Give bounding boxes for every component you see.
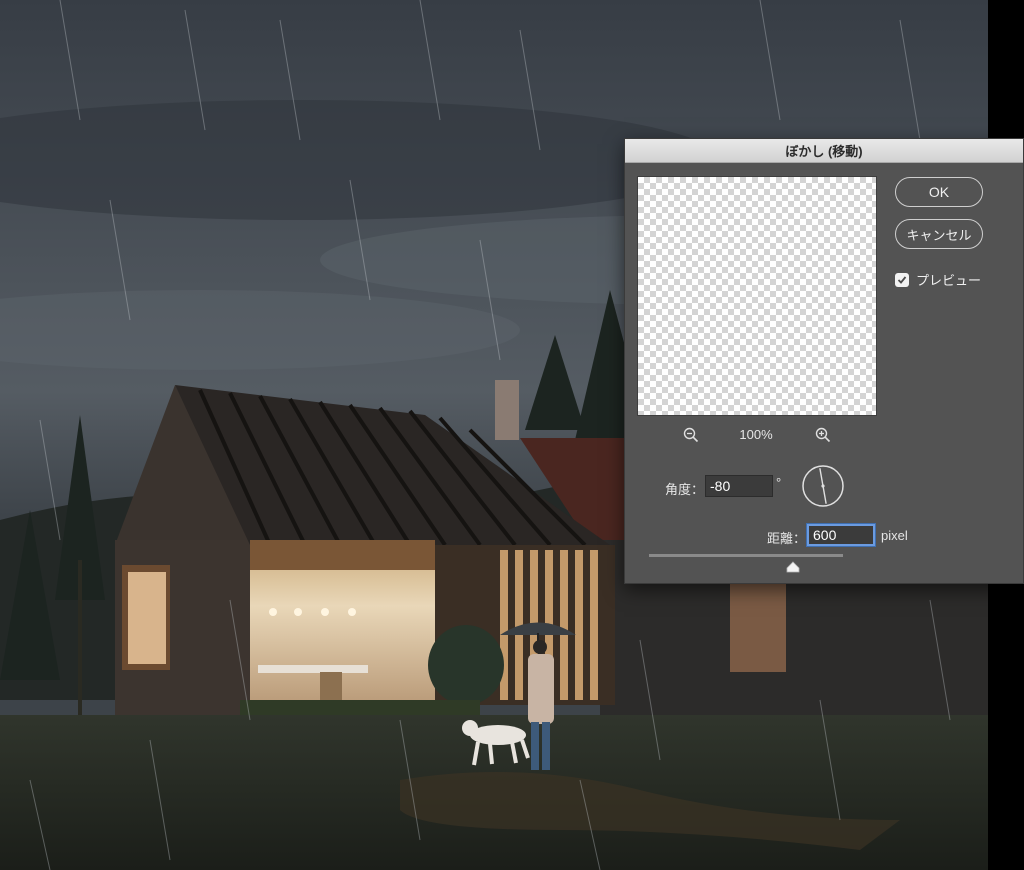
zoom-in-icon bbox=[815, 427, 831, 443]
cancel-button[interactable]: キャンセル bbox=[895, 219, 983, 249]
preview-toggle[interactable]: プレビュー bbox=[895, 270, 981, 289]
distance-input[interactable] bbox=[807, 524, 875, 546]
angle-input[interactable] bbox=[705, 475, 773, 497]
preview-label: プレビュー bbox=[916, 273, 982, 288]
distance-slider-thumb[interactable] bbox=[786, 560, 800, 573]
distance-slider[interactable] bbox=[649, 554, 843, 557]
preview-area[interactable] bbox=[637, 176, 877, 416]
ok-button[interactable]: OK bbox=[895, 177, 983, 207]
distance-unit: pixel bbox=[881, 528, 908, 543]
zoom-out-button[interactable] bbox=[681, 425, 701, 445]
slider-thumb-icon bbox=[786, 561, 799, 573]
preview-checkbox[interactable] bbox=[895, 272, 909, 287]
dialog-title: ぼかし (移動) bbox=[785, 144, 863, 159]
distance-label: 距離： bbox=[767, 531, 807, 546]
angle-unit: ° bbox=[776, 475, 782, 490]
checkmark-icon bbox=[897, 275, 907, 284]
angle-dial-icon bbox=[802, 465, 844, 507]
zoom-level: 100% bbox=[739, 427, 773, 442]
motion-blur-dialog: ぼかし (移動) 100% OK キャンセル プレビュー 角度： ° bbox=[624, 138, 1024, 584]
zoom-out-icon bbox=[683, 427, 699, 443]
zoom-in-button[interactable] bbox=[813, 425, 833, 445]
angle-label: 角度： bbox=[665, 482, 705, 497]
dialog-titlebar[interactable]: ぼかし (移動) bbox=[625, 139, 1023, 163]
angle-dial[interactable] bbox=[801, 464, 845, 508]
